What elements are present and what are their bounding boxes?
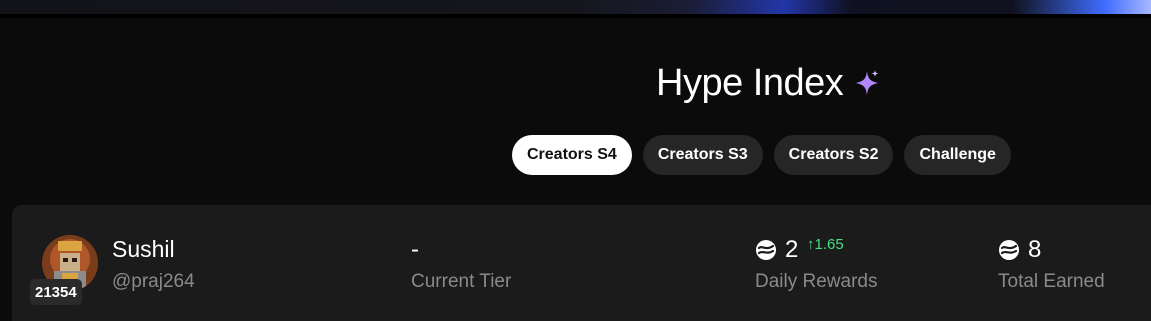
current-tier-label: Current Tier	[411, 271, 512, 292]
season-tabs: Creators S4 Creators S3 Creators S2 Chal…	[512, 135, 1011, 175]
page-title: Hype Index	[656, 62, 844, 104]
total-earned-label: Total Earned	[998, 271, 1105, 292]
sparkle-icon	[856, 70, 879, 95]
coin-icon	[756, 240, 776, 260]
total-earned-value-group: 8	[998, 236, 1041, 264]
user-handle: @praj264	[112, 271, 195, 292]
daily-rewards-label: Daily Rewards	[755, 271, 878, 292]
top-banner-divider	[0, 14, 1151, 18]
tab-creators-s4[interactable]: Creators S4	[512, 135, 632, 175]
page-header: Hype Index	[656, 60, 881, 106]
total-earned-value: 8	[1028, 236, 1042, 263]
rank-badge: 21354	[30, 279, 82, 305]
tab-challenge[interactable]: Challenge	[904, 135, 1011, 175]
coin-icon	[999, 240, 1019, 260]
top-banner	[0, 0, 1151, 14]
tab-creators-s2[interactable]: Creators S2	[773, 135, 894, 175]
daily-rewards-value-group: 2	[755, 236, 798, 264]
page: Hype Index Creators S4 Creators S3 Creat…	[0, 0, 1151, 321]
current-tier-value: -	[411, 236, 419, 263]
leaderboard-row[interactable]	[12, 205, 1151, 321]
daily-rewards-value: 2	[785, 236, 799, 263]
tab-creators-s3[interactable]: Creators S3	[642, 135, 763, 175]
user-name[interactable]: Sushil	[112, 236, 175, 263]
daily-rewards-delta: ↑1.65	[807, 236, 844, 253]
